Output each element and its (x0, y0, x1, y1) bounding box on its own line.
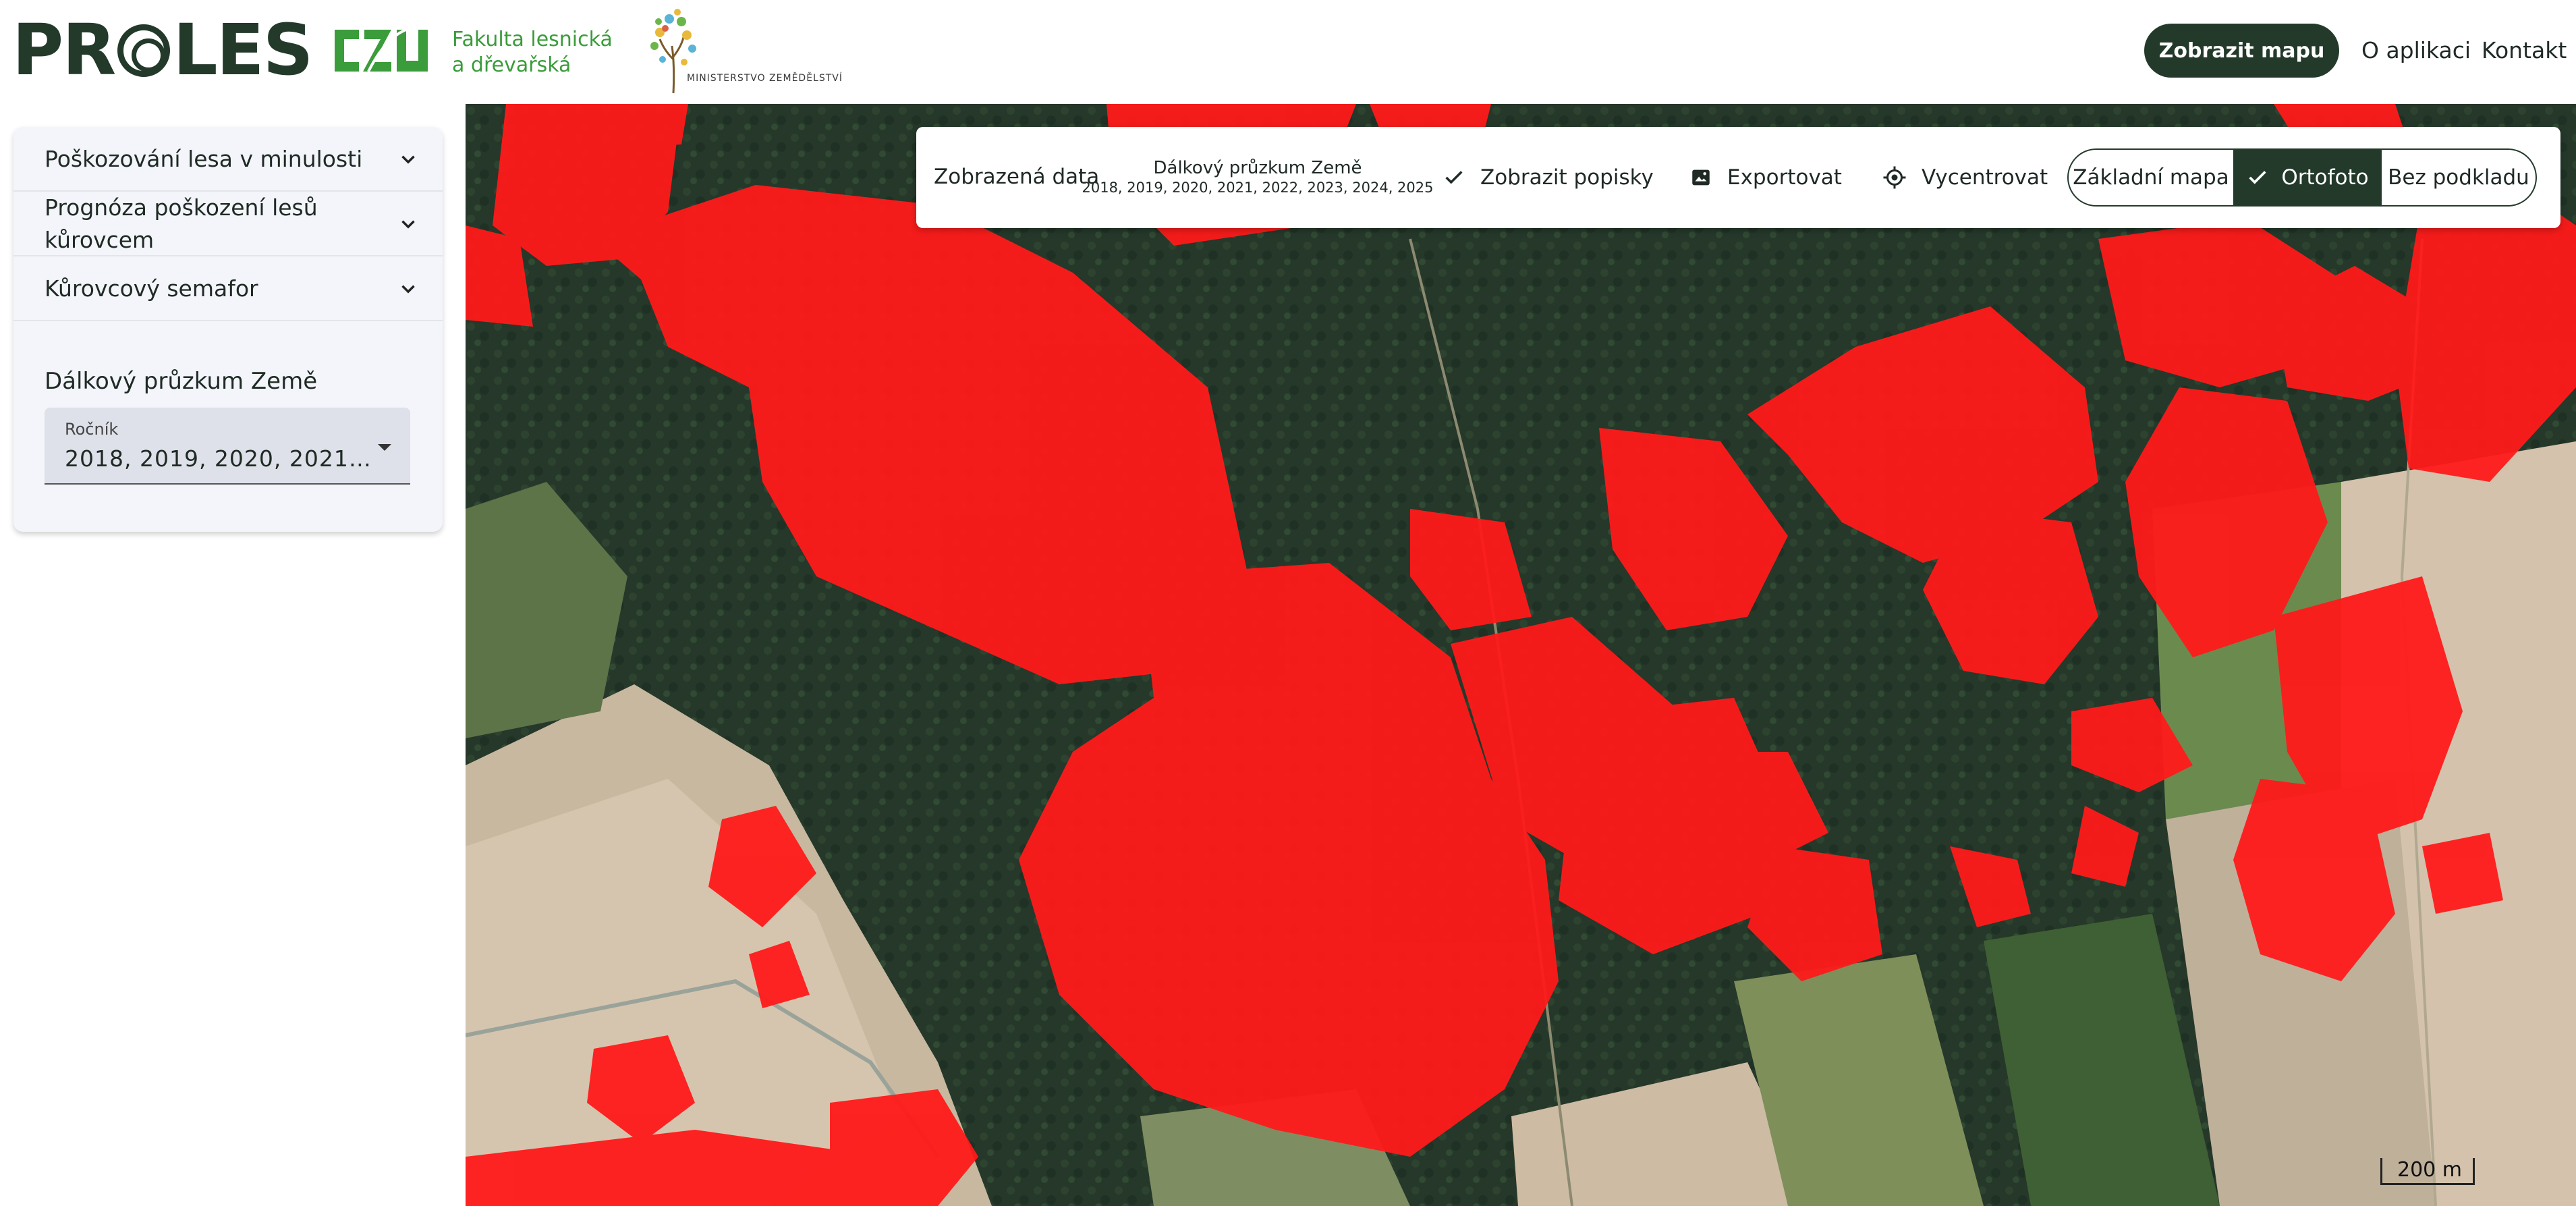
accordion-bark-beetle-semaphore[interactable]: Kůrovcový semafor (13, 256, 443, 321)
proles-logo[interactable]: PR LES (12, 15, 314, 85)
faculty-name: Fakulta lesnická a dřevařská (452, 28, 613, 77)
check-icon (2249, 171, 2266, 184)
export-label: Exportovat (1727, 165, 1842, 190)
center-label: Vycentrovat (1922, 165, 2048, 190)
data-source-years: 2018, 2019, 2020, 2021, 2022, 2023, 2024… (1082, 180, 1434, 196)
sidebar: Poškozování lesa v minulosti Prognóza po… (0, 104, 466, 1206)
data-source-info: Dálkový průzkum Země 2018, 2019, 2020, 2… (1075, 158, 1440, 197)
ministry-name: MINISTERSTVO ZEMĚDĚLSTVÍ (687, 73, 843, 84)
show-labels-label: Zobrazit popisky (1480, 165, 1654, 190)
section-title: Dálkový průzkum Země (45, 368, 318, 395)
image-export-icon (1692, 169, 1710, 186)
displayed-data-label: Zobrazená data (934, 165, 1100, 189)
accordion-past-damage[interactable]: Poškozování lesa v minulosti (13, 127, 443, 192)
basemap-switcher: Základní mapa Ortofoto Bez podkladu (2067, 148, 2537, 207)
accordion-forecast[interactable]: Prognóza poškození lesů kůrovcem (13, 192, 443, 256)
select-value: 2018, 2019, 2020, 2021, 2022, 2023, 2024… (65, 445, 375, 472)
chevron-down-icon (401, 220, 415, 229)
map-scale-bar: 200 m (2380, 1158, 2475, 1185)
basemap-option-label: Ortofoto (2281, 165, 2369, 190)
select-label: Ročník (65, 420, 119, 439)
basemap-option-ortofoto[interactable]: Ortofoto (2235, 150, 2382, 205)
layers-panel: Poškozování lesa v minulosti Prognóza po… (13, 127, 443, 532)
dropdown-arrow-icon (378, 444, 391, 451)
fingerprint-icon (117, 24, 171, 77)
show-labels-toggle[interactable]: Zobrazit popisky (1443, 154, 1654, 201)
map-canvas[interactable]: 200 m (466, 104, 2576, 1206)
basemap-option-none[interactable]: Bez podkladu (2382, 150, 2536, 205)
basemap-option-basic[interactable]: Základní mapa (2069, 150, 2235, 205)
crosshair-icon (1883, 166, 1906, 189)
chevron-down-icon (401, 155, 415, 164)
app-header: PR LES Fakulta lesnická a dřevařská MINIS… (0, 0, 2576, 104)
show-map-button[interactable]: Zobrazit mapu (2144, 24, 2339, 78)
nav-about-link[interactable]: O aplikaci (2361, 37, 2471, 63)
data-source-title: Dálkový průzkum Země (1153, 158, 1362, 178)
ministry-tree-logo (650, 9, 696, 94)
czu-logo (335, 26, 428, 72)
nav-contact-link[interactable]: Kontakt (2482, 37, 2567, 63)
chevron-down-icon (401, 285, 415, 294)
accordion-label: Prognóza poškození lesů kůrovcem (45, 194, 318, 253)
year-select[interactable]: Ročník 2018, 2019, 2020, 2021, 2022, 202… (45, 408, 410, 485)
check-icon (1445, 171, 1463, 184)
export-button[interactable]: Exportovat (1689, 154, 1842, 201)
map-toolbar: Zobrazená data Dálkový průzkum Země 2018… (916, 127, 2560, 228)
scale-label: 200 m (2397, 1158, 2463, 1182)
orthophoto-map (466, 104, 2576, 1206)
center-button[interactable]: Vycentrovat (1882, 154, 2048, 201)
accordion-label: Kůrovcový semafor (45, 275, 258, 302)
accordion-label: Poškozování lesa v minulosti (45, 146, 363, 172)
